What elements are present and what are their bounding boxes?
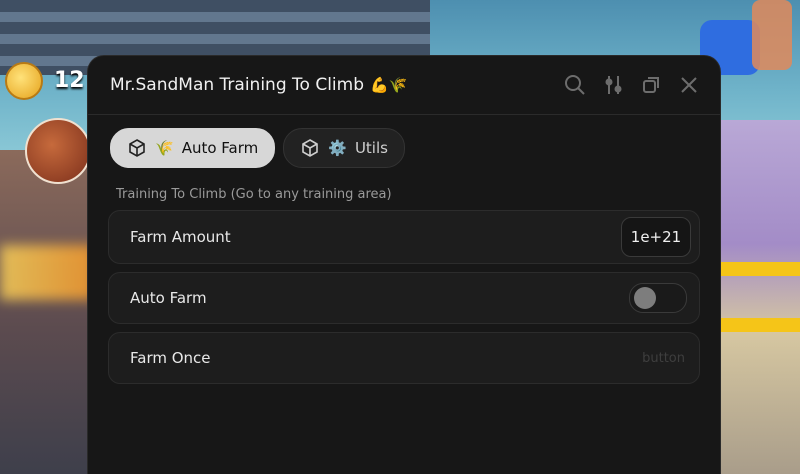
farm-amount-row: Farm Amount 1e+21: [108, 210, 700, 264]
minimize-icon[interactable]: [640, 74, 662, 96]
right-floor: [720, 120, 800, 474]
tab-auto-farm[interactable]: 🌾 Auto Farm: [110, 128, 276, 168]
auto-farm-row: Auto Farm: [108, 272, 700, 324]
title-bar: Mr.SandMan Training To Climb 💪🌾: [88, 56, 720, 115]
cube-icon: [300, 138, 320, 158]
tab-label: Auto Farm: [181, 139, 259, 157]
cube-icon: [127, 138, 147, 158]
settings-slider-icon[interactable]: [602, 74, 624, 96]
right-stripe: [720, 318, 800, 332]
left-glow: [0, 245, 95, 300]
coin-icon: [5, 62, 43, 100]
auto-farm-label: Auto Farm: [130, 289, 207, 307]
button-hint: button: [642, 350, 685, 366]
tab-bar: 🌾 Auto Farm ⚙️ Utils: [88, 115, 720, 168]
window-title: Mr.SandMan Training To Climb 💪🌾: [110, 75, 407, 95]
decorative-ball: [25, 118, 91, 184]
right-stripe: [720, 262, 800, 276]
window-title-text: Mr.SandMan Training To Climb: [110, 75, 364, 95]
left-wall: [0, 150, 95, 474]
tab-utils[interactable]: ⚙️ Utils: [283, 128, 405, 168]
auto-farm-toggle[interactable]: [629, 283, 687, 313]
close-icon[interactable]: [678, 74, 700, 96]
tab-label: Utils: [354, 139, 388, 157]
farm-amount-input[interactable]: 1e+21: [621, 217, 691, 257]
script-window: Mr.SandMan Training To Climb 💪🌾 🌾 Auto F…: [88, 56, 720, 474]
farm-once-row[interactable]: Farm Once button: [108, 332, 700, 384]
coin-count: 12: [54, 68, 85, 93]
character-figure: [752, 0, 792, 70]
toggle-knob: [634, 287, 656, 309]
options-list: Farm Amount 1e+21 Auto Farm Farm Once bu…: [88, 202, 720, 384]
gear-icon: ⚙️: [328, 139, 347, 157]
section-label: Training To Climb (Go to any training ar…: [116, 187, 392, 202]
farm-once-label: Farm Once: [130, 349, 211, 367]
title-actions: [564, 74, 700, 96]
tab-emoji: 🌾: [155, 139, 174, 157]
search-icon[interactable]: [564, 74, 586, 96]
farm-amount-label: Farm Amount: [130, 228, 231, 246]
title-emoji: 💪🌾: [370, 76, 408, 94]
